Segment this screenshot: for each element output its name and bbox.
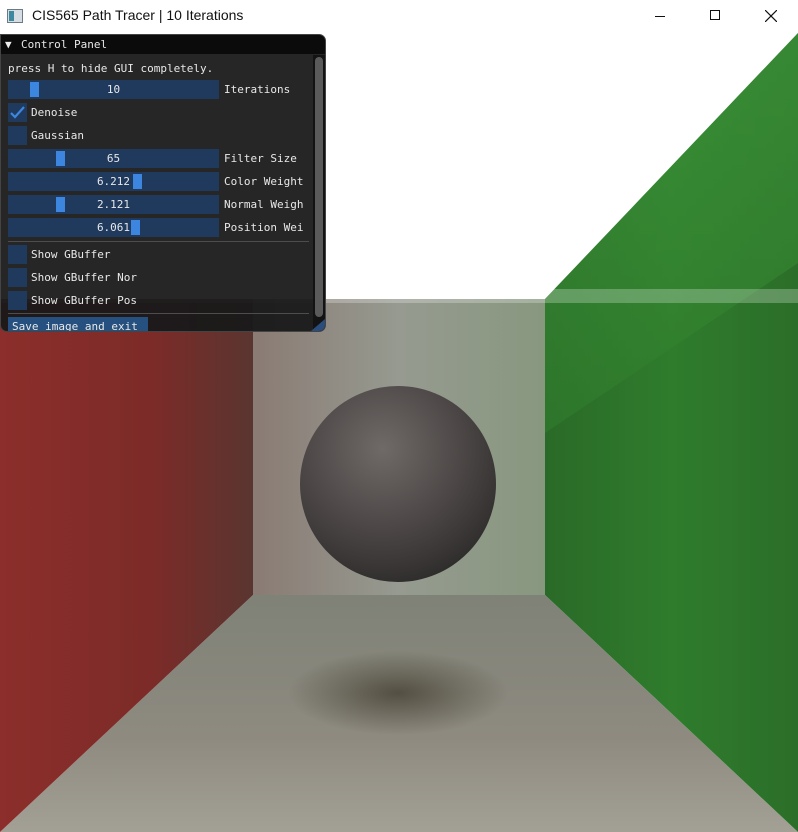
slider-value: 6.212 — [96, 175, 131, 188]
minimize-button[interactable] — [637, 0, 683, 33]
position-weight-label: Position Wei — [224, 221, 304, 234]
separator — [8, 241, 309, 242]
show-gbuffer-label: Show GBuffer — [31, 248, 111, 261]
control-panel[interactable]: ▼ Control Panel press H to hide GUI comp… — [0, 34, 326, 332]
normal-weight-slider[interactable]: 2.121 — [8, 195, 219, 214]
filter-size-label: Filter Size — [224, 152, 297, 165]
slider-value: 6.061 — [96, 221, 131, 234]
show-gbuffer-position-checkbox[interactable] — [8, 291, 27, 310]
triangle-down-icon[interactable]: ▼ — [5, 38, 12, 51]
panel-title: Control Panel — [21, 38, 108, 51]
checkmark-icon — [10, 106, 25, 119]
denoise-label: Denoise — [31, 106, 78, 119]
normal-weight-label: Normal Weigh — [224, 198, 304, 211]
separator — [8, 313, 309, 314]
position-weight-slider[interactable]: 6.061 — [8, 218, 219, 237]
close-button[interactable] — [748, 0, 794, 33]
save-image-label: Save image and exit — [12, 320, 138, 332]
window-titlebar[interactable]: CIS565 Path Tracer | 10 Iterations — [0, 0, 798, 33]
app-icon — [7, 9, 23, 23]
show-gbuffer-checkbox[interactable] — [8, 245, 27, 264]
gaussian-checkbox[interactable] — [8, 126, 27, 145]
scrollbar-grab[interactable] — [315, 57, 323, 317]
maximize-button[interactable] — [692, 0, 738, 33]
save-image-button[interactable]: Save image and exit — [8, 317, 148, 332]
hide-gui-hint: press H to hide GUI completely. — [8, 62, 214, 75]
resize-grip[interactable] — [311, 319, 325, 331]
color-weight-label: Color Weight — [224, 175, 304, 188]
show-gbuffer-position-label: Show GBuffer Pos — [31, 294, 137, 307]
close-icon — [765, 10, 777, 22]
gaussian-label: Gaussian — [31, 129, 84, 142]
slider-value: 65 — [106, 152, 121, 165]
iterations-label: Iterations — [224, 83, 291, 96]
denoise-checkbox[interactable] — [8, 103, 27, 122]
panel-header[interactable]: ▼ Control Panel — [1, 35, 325, 54]
filter-size-slider[interactable]: 65 — [8, 149, 219, 168]
slider-value: 2.121 — [96, 198, 131, 211]
slider-value: 10 — [106, 83, 121, 96]
iterations-slider[interactable]: 10 — [8, 80, 219, 99]
window-title: CIS565 Path Tracer | 10 Iterations — [32, 7, 244, 23]
color-weight-slider[interactable]: 6.212 — [8, 172, 219, 191]
show-gbuffer-normal-checkbox[interactable] — [8, 268, 27, 287]
show-gbuffer-normal-label: Show GBuffer Nor — [31, 271, 137, 284]
